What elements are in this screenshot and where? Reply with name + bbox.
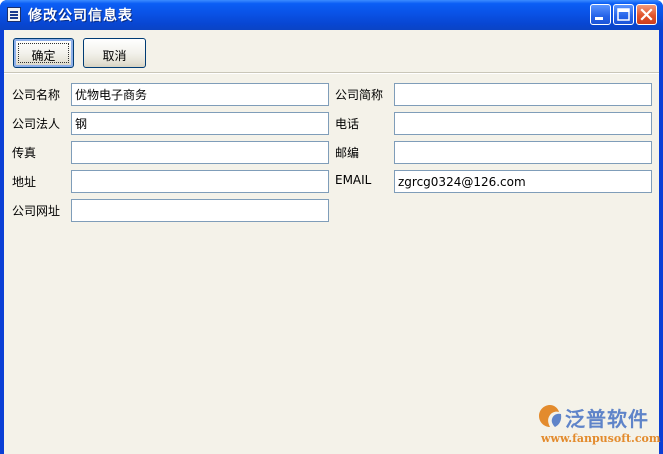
title-bar[interactable]: 修改公司信息表 (0, 0, 663, 30)
window-title: 修改公司信息表 (28, 8, 133, 24)
confirm-button[interactable]: 确定 (13, 38, 74, 68)
app-window-icon[interactable] (7, 7, 21, 22)
company-name-input[interactable] (71, 83, 329, 106)
minimize-button[interactable] (590, 4, 611, 25)
brand-name: 泛普软件 (565, 407, 649, 431)
cancel-button-label: 取消 (102, 49, 127, 63)
fanpu-logo-icon (539, 405, 562, 427)
website-input[interactable] (71, 199, 329, 222)
phone-input[interactable] (394, 112, 652, 135)
toolbar-divider (4, 72, 659, 74)
postcode-input[interactable] (394, 141, 652, 164)
cancel-button[interactable]: 取消 (83, 38, 146, 68)
minimize-icon (595, 17, 603, 20)
close-button[interactable] (636, 4, 657, 25)
website-label: 公司网址 (12, 204, 61, 218)
maximize-icon (617, 8, 630, 21)
fax-label: 传真 (12, 146, 37, 160)
close-icon (640, 8, 653, 21)
phone-label: 电话 (335, 117, 360, 131)
app-window: 修改公司信息表 确定 取消 公司名称 公司 (0, 0, 663, 454)
legal-person-label: 公司法人 (12, 117, 61, 131)
legal-person-input[interactable] (71, 112, 329, 135)
fax-input[interactable] (71, 141, 329, 164)
postcode-label: 邮编 (335, 146, 360, 160)
confirm-button-label: 确定 (31, 49, 56, 63)
address-input[interactable] (71, 170, 329, 193)
email-label: EMAIL (335, 173, 372, 187)
short-name-label: 公司简称 (335, 88, 384, 102)
address-label: 地址 (12, 175, 37, 189)
company-name-label: 公司名称 (12, 88, 61, 102)
short-name-input[interactable] (394, 83, 652, 106)
email-input[interactable] (394, 170, 652, 193)
brand-url: www.fanpusoft.com (541, 432, 661, 445)
maximize-button[interactable] (613, 4, 634, 25)
dialog-body: 确定 取消 公司名称 公司简称 公司法人 电话 传真 邮编 地址 EMAIL 公… (4, 30, 661, 454)
